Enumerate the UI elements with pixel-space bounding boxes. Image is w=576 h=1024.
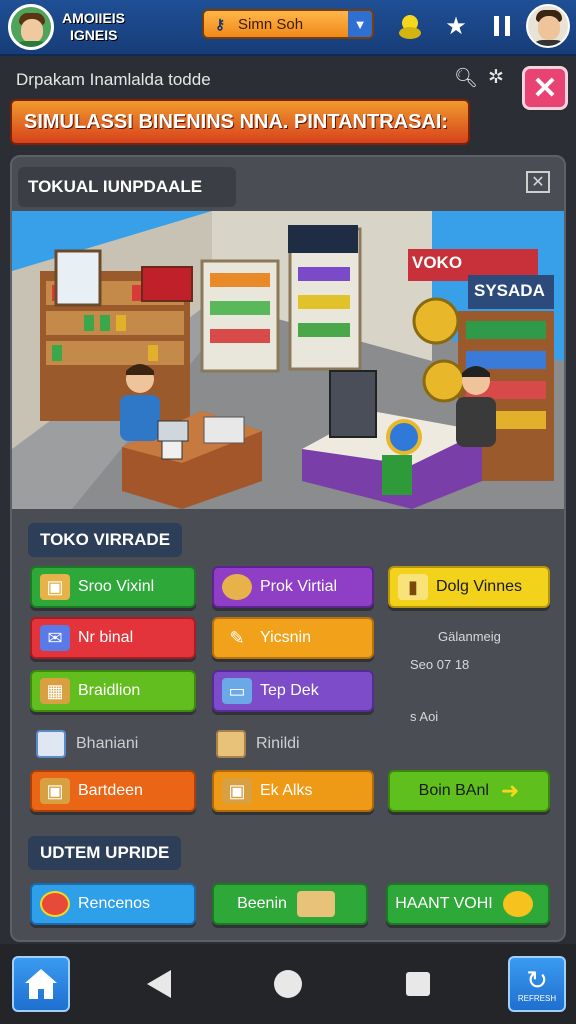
- flame-icon[interactable]: [394, 10, 426, 42]
- close-button[interactable]: ✕: [522, 66, 568, 110]
- nav-back-button[interactable]: [147, 970, 171, 998]
- coin-stack-icon: [222, 574, 252, 600]
- btn-dolg-vinnes-label: Dolg Vinnes: [436, 578, 522, 595]
- btn-haant-vohi[interactable]: HAANT VOHI: [386, 883, 550, 925]
- picture-icon: ▭: [222, 678, 252, 704]
- search-icon[interactable]: 🔍︎: [454, 66, 478, 90]
- currency-label: Simn Soh: [238, 15, 304, 33]
- section-label-udtem: UDTEM UPRIDE: [28, 836, 182, 870]
- btn-rencenos[interactable]: Rencenos: [30, 883, 196, 925]
- btn-braidlion[interactable]: ▦ Braidlion: [30, 670, 196, 712]
- refresh-icon: ↻: [526, 964, 548, 995]
- currency-dropdown[interactable]: ⚷ Simn Soh ▼: [202, 9, 374, 39]
- bag-icon: [216, 730, 246, 758]
- star-icon[interactable]: ★: [440, 10, 472, 42]
- refresh-label: REFRESH: [517, 993, 557, 1003]
- btn-yicsnin-label: Yicsnin: [260, 629, 311, 646]
- btn-prok-virtial-label: Prok Virtial: [260, 578, 338, 595]
- btn-sroo-vixinl[interactable]: ▣ Sroo Vixinl: [30, 566, 196, 608]
- title-banner: SIMULASSI BINENINS NNA. PINTANTRASAI:: [10, 99, 470, 145]
- app-title-line1: AMOIIEIS: [62, 10, 126, 26]
- scene-sign-left: VOKO: [412, 253, 463, 272]
- document-icon: [36, 730, 66, 758]
- box-icon: ▣: [40, 574, 70, 600]
- item-bhaniani-label: Bhaniani: [76, 735, 139, 752]
- refresh-button[interactable]: ↻ REFRESH: [508, 956, 566, 1012]
- stat-line2: Seo 07 18: [410, 657, 470, 672]
- btn-nr-binal[interactable]: ✉ Nr binal: [30, 617, 196, 659]
- app-title-line2: IGNEIS: [70, 27, 118, 43]
- crate-icon: ▦: [40, 678, 70, 704]
- subheader-text: Drpakam Inamlalda todde: [16, 70, 211, 89]
- btn-yicsnin[interactable]: ✎ Yicsnin: [212, 617, 374, 659]
- stat-line1: Gälanmeig: [438, 629, 501, 644]
- item-rinildi[interactable]: Rinildi: [216, 724, 376, 764]
- btn-beenin[interactable]: Beenin: [212, 883, 368, 925]
- btn-tep-dek-label: Tep Dek: [260, 682, 319, 699]
- btn-haant-vohi-label: HAANT VOHI: [395, 895, 493, 912]
- arrow-right-icon: ➜: [500, 778, 520, 803]
- box-open-icon: ▣: [40, 778, 70, 804]
- wrench-icon: ✎: [229, 627, 245, 648]
- btn-beenin-label: Beenin: [237, 895, 287, 912]
- btn-boin-banl-label: Boin BAnl: [418, 782, 489, 799]
- btn-nr-binal-label: Nr binal: [78, 629, 134, 646]
- btn-boin-banl[interactable]: Boin BAnl ➜: [388, 770, 550, 812]
- shop-scene[interactable]: VOKO SYSADA: [12, 211, 564, 509]
- btn-ek-alks[interactable]: ▣ Ek Alks: [212, 770, 374, 812]
- panel-close-button[interactable]: ✕: [526, 171, 550, 193]
- btn-tep-dek[interactable]: ▭ Tep Dek: [212, 670, 374, 712]
- package-icon: ▣: [222, 778, 252, 804]
- btn-prok-virtial[interactable]: Prok Virtial: [212, 566, 374, 608]
- coin-icon: [502, 891, 533, 917]
- nav-recent-button[interactable]: [406, 972, 430, 996]
- stat-line3: s Aoi: [410, 709, 439, 724]
- tag-icon: [296, 891, 335, 917]
- app-title: AMOIIEIS IGNEIS: [62, 10, 125, 44]
- profile-avatar[interactable]: [526, 4, 570, 48]
- mail-icon: ✉: [40, 625, 70, 651]
- close-icon: ✕: [532, 71, 558, 105]
- btn-bartdeen[interactable]: ▣ Bartdeen: [30, 770, 196, 812]
- badge-icon: [40, 891, 70, 917]
- player-avatar[interactable]: [8, 4, 54, 50]
- chevron-down-icon[interactable]: ▼: [348, 11, 372, 37]
- btn-dolg-vinnes[interactable]: ▮ Dolg Vinnes: [388, 566, 550, 608]
- btn-sroo-vixinl-label: Sroo Vixinl: [78, 578, 155, 595]
- key-icon: ⚷: [214, 15, 226, 32]
- item-bhaniani[interactable]: Bhaniani: [36, 724, 196, 764]
- btn-ek-alks-label: Ek Alks: [260, 782, 313, 799]
- scene-sign-right: SYSADA: [474, 281, 545, 300]
- item-rinildi-label: Rinildi: [256, 735, 300, 752]
- main-panel: TOKUAL IUNPDAALE ✕ VOKO SYSADA TOKO VIRR…: [10, 155, 566, 942]
- nav-home-button[interactable]: [274, 970, 302, 998]
- bottle-icon: ▮: [398, 574, 428, 600]
- pause-icon[interactable]: [486, 10, 518, 42]
- shop-scene-illustration: [12, 211, 564, 509]
- banner-text: SIMULASSI BINENINS NNA. PINTANTRASAI:: [24, 110, 449, 133]
- sparkle-icon[interactable]: ✲: [488, 66, 504, 89]
- btn-rencenos-label: Rencenos: [78, 895, 151, 912]
- btn-bartdeen-label: Bartdeen: [78, 782, 143, 799]
- home-button[interactable]: [12, 956, 70, 1012]
- btn-braidlion-label: Braidlion: [78, 682, 141, 699]
- section-label-toko: TOKO VIRRADE: [28, 523, 183, 557]
- panel-title: TOKUAL IUNPDAALE: [18, 167, 236, 207]
- home-icon: [25, 969, 57, 999]
